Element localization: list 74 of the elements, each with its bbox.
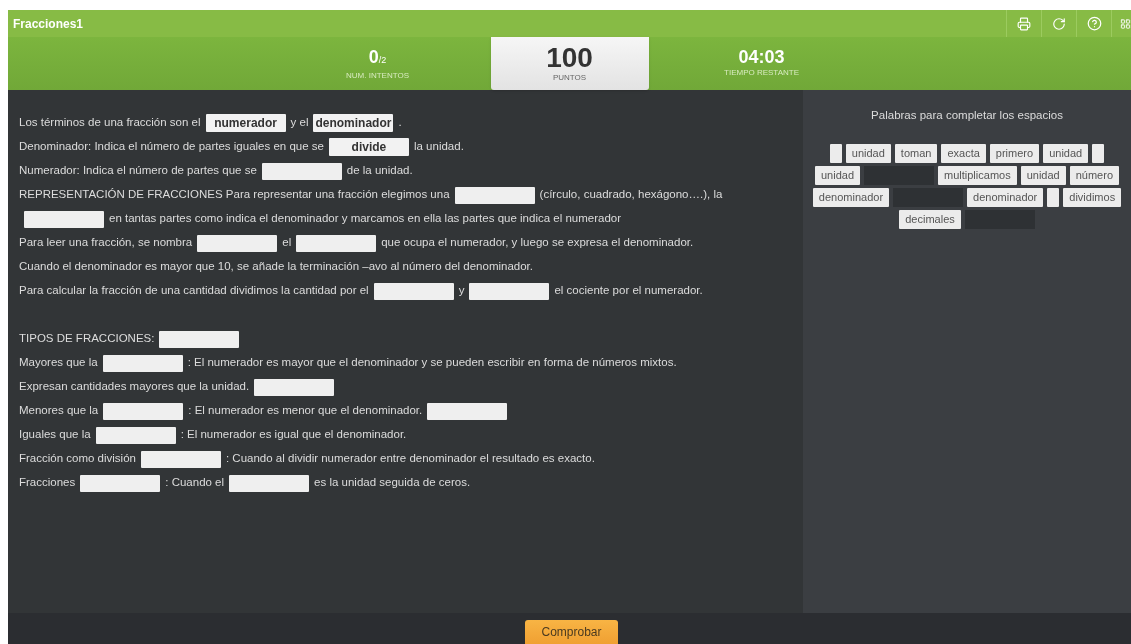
word-chip[interactable]: dividimos — [1063, 188, 1122, 208]
exercise-text: : El numerador es mayor que el denominador y se pueden escribir en forma de números mixtos. — [187, 355, 677, 371]
word-bank-title: Palabras para completar los espacios — [871, 108, 1063, 123]
exercise-text: el cociente por el numerador. — [554, 283, 703, 299]
answer-box[interactable] — [261, 162, 342, 180]
answer-box[interactable] — [24, 210, 104, 228]
answer-box[interactable] — [254, 378, 335, 396]
exercise-text: Expresan cantidades mayores que la unidad. — [19, 379, 250, 395]
answer-box[interactable] — [469, 282, 550, 300]
exercise-text: Fracción como división — [19, 451, 136, 467]
score-label: PUNTOS — [552, 71, 587, 84]
exercise-text: y el — [290, 115, 309, 131]
check-button[interactable]: Comprobar — [525, 620, 618, 644]
answer-box[interactable] — [454, 186, 535, 204]
word-chip[interactable]: unidad — [815, 166, 861, 186]
exercise-text: en tantas partes como indica el denominador y marcamos en ella las partes que indica el numerador — [109, 211, 622, 227]
exercise-text: el — [282, 235, 292, 251]
time-remaining: 04:03 — [738, 47, 785, 67]
answer-box[interactable] — [197, 234, 278, 252]
exercise-text: : Cuando el — [165, 475, 225, 491]
exercise-text: Para leer una fracción, se nombra — [19, 235, 193, 251]
answer-box[interactable] — [95, 426, 176, 444]
exercise-text: Para calcular la fracción de una cantidad dividimos la cantidad por el — [19, 283, 369, 299]
exercise-text: Fracciones — [19, 475, 76, 491]
word-chip[interactable]: toman — [894, 144, 938, 164]
exercise-text: : El numerador es menor que el denominador. — [188, 403, 423, 419]
attempts-label: NUM. INTENTOS — [346, 70, 409, 82]
answer-box[interactable] — [296, 234, 377, 252]
exercise-text: (círculo, cuadrado, hexágono….), la — [539, 187, 723, 203]
exercise-text: Mayores que la — [19, 355, 98, 371]
answer-box[interactable] — [103, 402, 184, 420]
score-value: 100 — [546, 43, 593, 72]
answer-box[interactable] — [80, 474, 161, 492]
exercise-text: : El numerador es igual que el denominador. — [180, 427, 407, 443]
word-chip[interactable]: unidad — [845, 144, 891, 164]
window-title: Fracciones1 — [13, 15, 84, 33]
exercise-text: Menores que la — [19, 403, 99, 419]
answer-box[interactable]: divide — [328, 138, 409, 156]
exercise-text: la unidad. — [413, 139, 464, 155]
exercise-text: y — [458, 283, 465, 299]
exercise-text: TIPOS DE FRACCIONES: — [19, 331, 155, 347]
answer-box[interactable] — [373, 282, 454, 300]
word-chip[interactable]: denominador — [967, 188, 1044, 208]
empty-word-chip — [1092, 144, 1105, 164]
time-label: TIEMPO RESTANTE — [724, 67, 799, 79]
exercise-text: . — [398, 115, 402, 131]
answer-box[interactable] — [229, 474, 310, 492]
word-chip[interactable]: primero — [989, 144, 1040, 164]
word-chip[interactable]: multiplicamos — [938, 166, 1017, 186]
answer-box[interactable] — [159, 330, 240, 348]
answer-box[interactable]: denominador — [313, 114, 394, 132]
exercise-text: : Cuando al dividir numerador entre denominador el resultado es exacto. — [225, 451, 595, 467]
answer-box[interactable] — [427, 402, 508, 420]
answer-box[interactable] — [102, 354, 183, 372]
exercise-text: de la unidad. — [346, 163, 413, 179]
word-chip[interactable]: unidad — [1020, 166, 1066, 186]
word-chip[interactable]: unidad — [1043, 144, 1089, 164]
exercise-text: Denominador: Indica el número de partes iguales en que se — [19, 139, 324, 155]
empty-word-chip — [829, 144, 842, 164]
attempts-count: 0/2 — [368, 47, 387, 69]
exercise-text: Cuando el denominador es mayor que 10, se añade la terminación –avo al número del denominador. — [19, 259, 533, 275]
answer-box[interactable] — [140, 450, 221, 468]
exercise-text: Numerador: Indica el número de partes que se — [19, 163, 257, 179]
exercise-text: es la unidad seguida de ceros. — [314, 475, 471, 491]
exercise-text: que ocupa el numerador, y luego se expresa el denominador. — [381, 235, 694, 251]
answer-box[interactable]: numerador — [205, 114, 286, 132]
exercise-text: REPRESENTACIÓN DE FRACCIONES Para representar una fracción elegimos una — [19, 187, 450, 203]
exercise-text: Los términos de una fracción son el — [19, 115, 201, 131]
word-chip[interactable]: número — [1069, 166, 1119, 186]
word-chip[interactable]: denominador — [812, 188, 890, 208]
word-chip[interactable]: exacta — [941, 144, 986, 164]
empty-word-chip — [1047, 188, 1060, 208]
word-chip[interactable]: decimales — [899, 210, 961, 230]
exercise-text: Iguales que la — [19, 427, 91, 443]
